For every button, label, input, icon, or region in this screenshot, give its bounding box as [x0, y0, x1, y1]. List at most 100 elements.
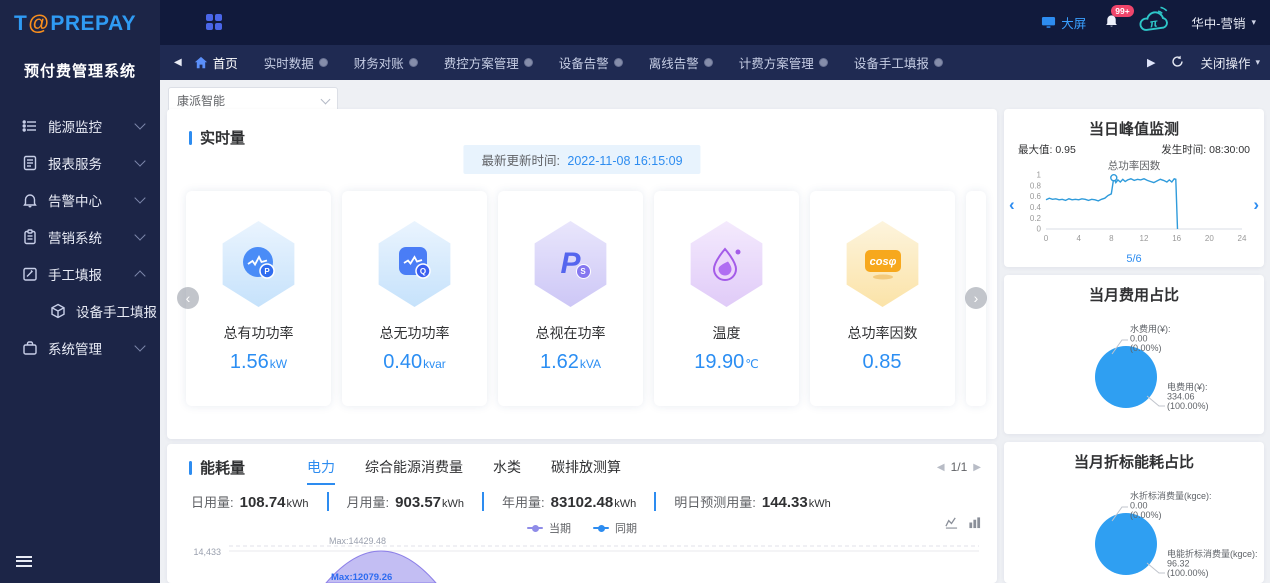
- peak-time: 发生时间: 08:30:00: [1161, 142, 1250, 157]
- carousel-next-button[interactable]: ›: [965, 287, 987, 309]
- topbar-right: 大屏 99+ π 华中-营销 ▾: [1041, 0, 1256, 45]
- user-menu[interactable]: 华中-营销 ▾: [1191, 13, 1256, 32]
- big-screen-button[interactable]: 大屏: [1041, 13, 1086, 32]
- power-factor-icon: cosφ: [846, 221, 919, 307]
- sidebar-item-system-management[interactable]: 系统管理: [0, 329, 160, 366]
- stat-unit: kWh: [614, 498, 637, 510]
- tab-fee-control-plan[interactable]: 费控方案管理: [444, 53, 533, 72]
- tab-close-icon[interactable]: [523, 58, 533, 67]
- tab-label: 费控方案管理: [443, 57, 519, 71]
- logo-at: @: [28, 12, 50, 35]
- energy-pagination: ◀ 1/1 ▶: [937, 460, 981, 474]
- metric-value: 1.62kVA: [540, 351, 601, 374]
- page-prev-icon[interactable]: ◀: [937, 462, 945, 473]
- metric-unit: kvar: [423, 357, 446, 371]
- chart-legend: 当期 同期: [167, 520, 997, 536]
- tab-electricity[interactable]: 电力: [307, 457, 335, 485]
- tab-realtime-data[interactable]: 实时数据: [264, 53, 328, 72]
- page-next-icon[interactable]: ▶: [973, 462, 981, 473]
- close-operations-dropdown[interactable]: 关闭操作 ▾: [1200, 53, 1260, 72]
- reactive-power-icon: Q: [378, 221, 451, 307]
- peak-max-value: 0.95: [1055, 144, 1076, 156]
- legend-same-period[interactable]: 同期: [593, 520, 637, 536]
- coal-pie-panel: 当月折标能耗占比 水折标消费量(kgce): 0.00 (0.00%) 电能折标消费量…: [1004, 442, 1264, 583]
- tab-carbon-emission[interactable]: 碳排放测算: [551, 457, 621, 485]
- metric-value: 19.90℃: [694, 351, 759, 374]
- manual-entry-icon: [22, 266, 38, 282]
- close-operations-label: 关闭操作: [1200, 57, 1251, 71]
- stat-label: 日用量:: [191, 495, 234, 510]
- tabs-scroll-left-icon[interactable]: ◀: [174, 57, 182, 68]
- sidebar-item-device-manual-entry[interactable]: 设备手工填报: [0, 292, 160, 329]
- nav-tabbar: ◀ 首页 实时数据 财务对账 费控方案管理 设备告警 离线告警 计费方案管理 设…: [160, 45, 1270, 80]
- svg-text:0.6: 0.6: [1030, 192, 1042, 201]
- metric-unit: kVA: [579, 357, 602, 371]
- tab-close-icon[interactable]: [703, 58, 713, 67]
- cost-pie-chart: 水费用(¥): 0.00 (0.00%) 电费用(¥): 334.06 (100.00%): [1095, 323, 1209, 411]
- main-content: 康派智能 实时量 最新更新时间: 2022-11-08 16:15:09 P 总…: [160, 80, 1270, 583]
- monitor-icon: [1042, 16, 1056, 28]
- metric-card-temperature: 温度 19.90℃: [654, 191, 799, 406]
- energy-panel: 能耗量 电力 综合能源消费量 水类 碳排放测算 ◀ 1/1 ▶ 日用量: 108.…: [167, 444, 997, 583]
- bar-chart-icon[interactable]: [968, 516, 981, 529]
- logo-prepay: PREPAY: [50, 12, 137, 35]
- notifications-button[interactable]: 99+: [1104, 4, 1134, 33]
- chevron-down-icon: [134, 155, 146, 167]
- section-title: 实时量: [200, 130, 246, 147]
- line-chart-icon[interactable]: [945, 516, 958, 529]
- svg-text:0: 0: [1044, 234, 1049, 243]
- tab-device-alarm[interactable]: 设备告警: [559, 53, 623, 72]
- stat-label: 月用量:: [346, 495, 390, 510]
- metric-number: 1.56: [229, 351, 269, 373]
- sidebar-item-report-service[interactable]: 报表服务: [0, 144, 160, 181]
- svg-text:P: P: [264, 267, 270, 276]
- legend-current-period[interactable]: 当期: [527, 520, 571, 536]
- sidebar: T@PREPAY 预付费管理系统 能源监控 报表服务 告警中心 营销系统 手工填…: [0, 0, 160, 583]
- tab-billing-plan[interactable]: 计费方案管理: [739, 53, 828, 72]
- temperature-icon: [690, 221, 763, 307]
- cloud-pi-logo: π: [1135, 3, 1176, 43]
- tab-financial-reconciliation[interactable]: 财务对账: [354, 53, 418, 72]
- sidebar-item-manual-entry[interactable]: 手工填报: [0, 255, 160, 292]
- metric-number: 0.40: [383, 351, 423, 373]
- tab-device-manual-entry[interactable]: 设备手工填报: [854, 53, 943, 72]
- tab-label: 首页: [212, 57, 238, 71]
- sidebar-item-label: 设备手工填报: [76, 304, 157, 320]
- tabbar-right: ▶ 关闭操作 ▾: [1147, 53, 1260, 72]
- tab-close-icon[interactable]: [318, 58, 328, 67]
- report-service-icon: [22, 155, 38, 171]
- carousel-prev-button[interactable]: ‹: [177, 287, 199, 309]
- sidebar-menu: 能源监控 报表服务 告警中心 营销系统 手工填报 设备手工填报 系统管理: [0, 107, 160, 366]
- svg-text:水折标消费量(kgce):0.00(0.00%): 水折标消费量(kgce): 0.00 (0.00%): [1130, 490, 1212, 520]
- tab-water[interactable]: 水类: [493, 457, 521, 485]
- stat-tomorrow-forecast: 明日预测用量: 144.33 kWh: [654, 492, 831, 511]
- update-time-label: 最新更新时间:: [481, 154, 560, 168]
- tab-close-icon[interactable]: [613, 58, 623, 67]
- peak-time-label: 发生时间:: [1161, 144, 1207, 156]
- sidebar-item-marketing-system[interactable]: 营销系统: [0, 218, 160, 255]
- metric-value: 1.56kW: [230, 351, 287, 374]
- apps-grid-icon[interactable]: [206, 14, 222, 30]
- tab-close-icon[interactable]: [818, 58, 828, 67]
- collapse-menu-icon[interactable]: [16, 553, 32, 569]
- stat-daily-usage: 日用量: 108.74 kWh: [191, 492, 309, 511]
- peak-next-icon[interactable]: ›: [1253, 195, 1259, 215]
- peak-page-indicator: 5/6: [1126, 253, 1142, 265]
- tab-close-icon[interactable]: [408, 58, 418, 67]
- tab-comprehensive-energy[interactable]: 综合能源消费量: [365, 457, 463, 485]
- topbar: 大屏 99+ π 华中-营销 ▾: [160, 0, 1270, 45]
- tab-home[interactable]: 首页: [194, 53, 238, 72]
- refresh-icon[interactable]: [1171, 55, 1184, 71]
- peak-stats: 最大值: 0.95 发生时间: 08:30:00: [1018, 142, 1250, 157]
- legend-marker: [593, 524, 609, 532]
- metric-label: 总有功功率: [223, 325, 294, 341]
- chevron-down-icon: ▾: [1255, 57, 1260, 67]
- sidebar-item-energy-monitor[interactable]: 能源监控: [0, 107, 160, 144]
- tab-close-icon[interactable]: [933, 58, 943, 67]
- legend-label: 当期: [549, 523, 571, 535]
- sidebar-item-alarm-center[interactable]: 告警中心: [0, 181, 160, 218]
- tab-label: 计费方案管理: [738, 57, 814, 71]
- tab-offline-alarm[interactable]: 离线告警: [649, 53, 713, 72]
- coal-pie-chart: 水折标消费量(kgce): 0.00 (0.00%) 电能折标消费量(kgce): 96…: [1095, 490, 1258, 578]
- tabs-scroll-right-icon[interactable]: ▶: [1147, 56, 1155, 69]
